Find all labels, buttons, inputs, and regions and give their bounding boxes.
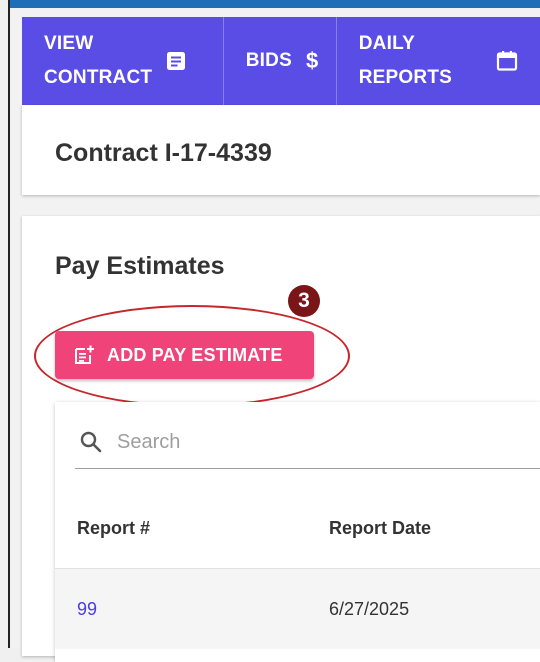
nav-daily-reports[interactable]: DAILY REPORTS xyxy=(337,17,540,105)
contract-card: Contract I-17-4339 xyxy=(22,105,540,195)
search-icon xyxy=(79,430,103,454)
pay-estimates-table: Report # Report Date 99 6/27/2025 xyxy=(55,402,540,662)
column-header-report-date[interactable]: Report Date xyxy=(329,518,431,539)
dollar-icon: $ xyxy=(305,48,319,73)
pay-estimates-card: Pay Estimates 3 ADD PAY ESTIMATE Search … xyxy=(22,216,540,662)
report-date-cell: 6/27/2025 xyxy=(329,599,410,619)
pay-estimates-title: Pay Estimates xyxy=(55,252,225,280)
nav-view-contract[interactable]: VIEW CONTRACT xyxy=(22,17,224,105)
top-strip xyxy=(10,0,540,8)
nav-view-contract-label: VIEW CONTRACT xyxy=(44,33,153,88)
nav-bids[interactable]: BIDS $ xyxy=(224,17,337,105)
add-note-icon xyxy=(73,344,95,366)
nav-bids-label: BIDS xyxy=(245,50,292,71)
search-bar xyxy=(75,416,540,469)
contract-title: Contract I-17-4339 xyxy=(55,139,272,167)
calendar-icon xyxy=(496,50,518,72)
table-row[interactable]: 99 6/27/2025 xyxy=(55,569,540,649)
add-pay-estimate-label: ADD PAY ESTIMATE xyxy=(107,344,283,365)
add-pay-estimate-button[interactable]: ADD PAY ESTIMATE xyxy=(55,331,314,379)
nav-daily-reports-label: DAILY REPORTS xyxy=(358,33,452,88)
column-header-report-number[interactable]: Report # xyxy=(77,518,150,539)
step-badge: 3 xyxy=(288,285,320,317)
document-icon xyxy=(166,51,186,71)
report-number-link[interactable]: 99 xyxy=(77,599,97,620)
contract-nav-bar: VIEW CONTRACT BIDS $ DAILY REPORTS xyxy=(22,17,540,105)
search-input[interactable] xyxy=(115,429,499,455)
